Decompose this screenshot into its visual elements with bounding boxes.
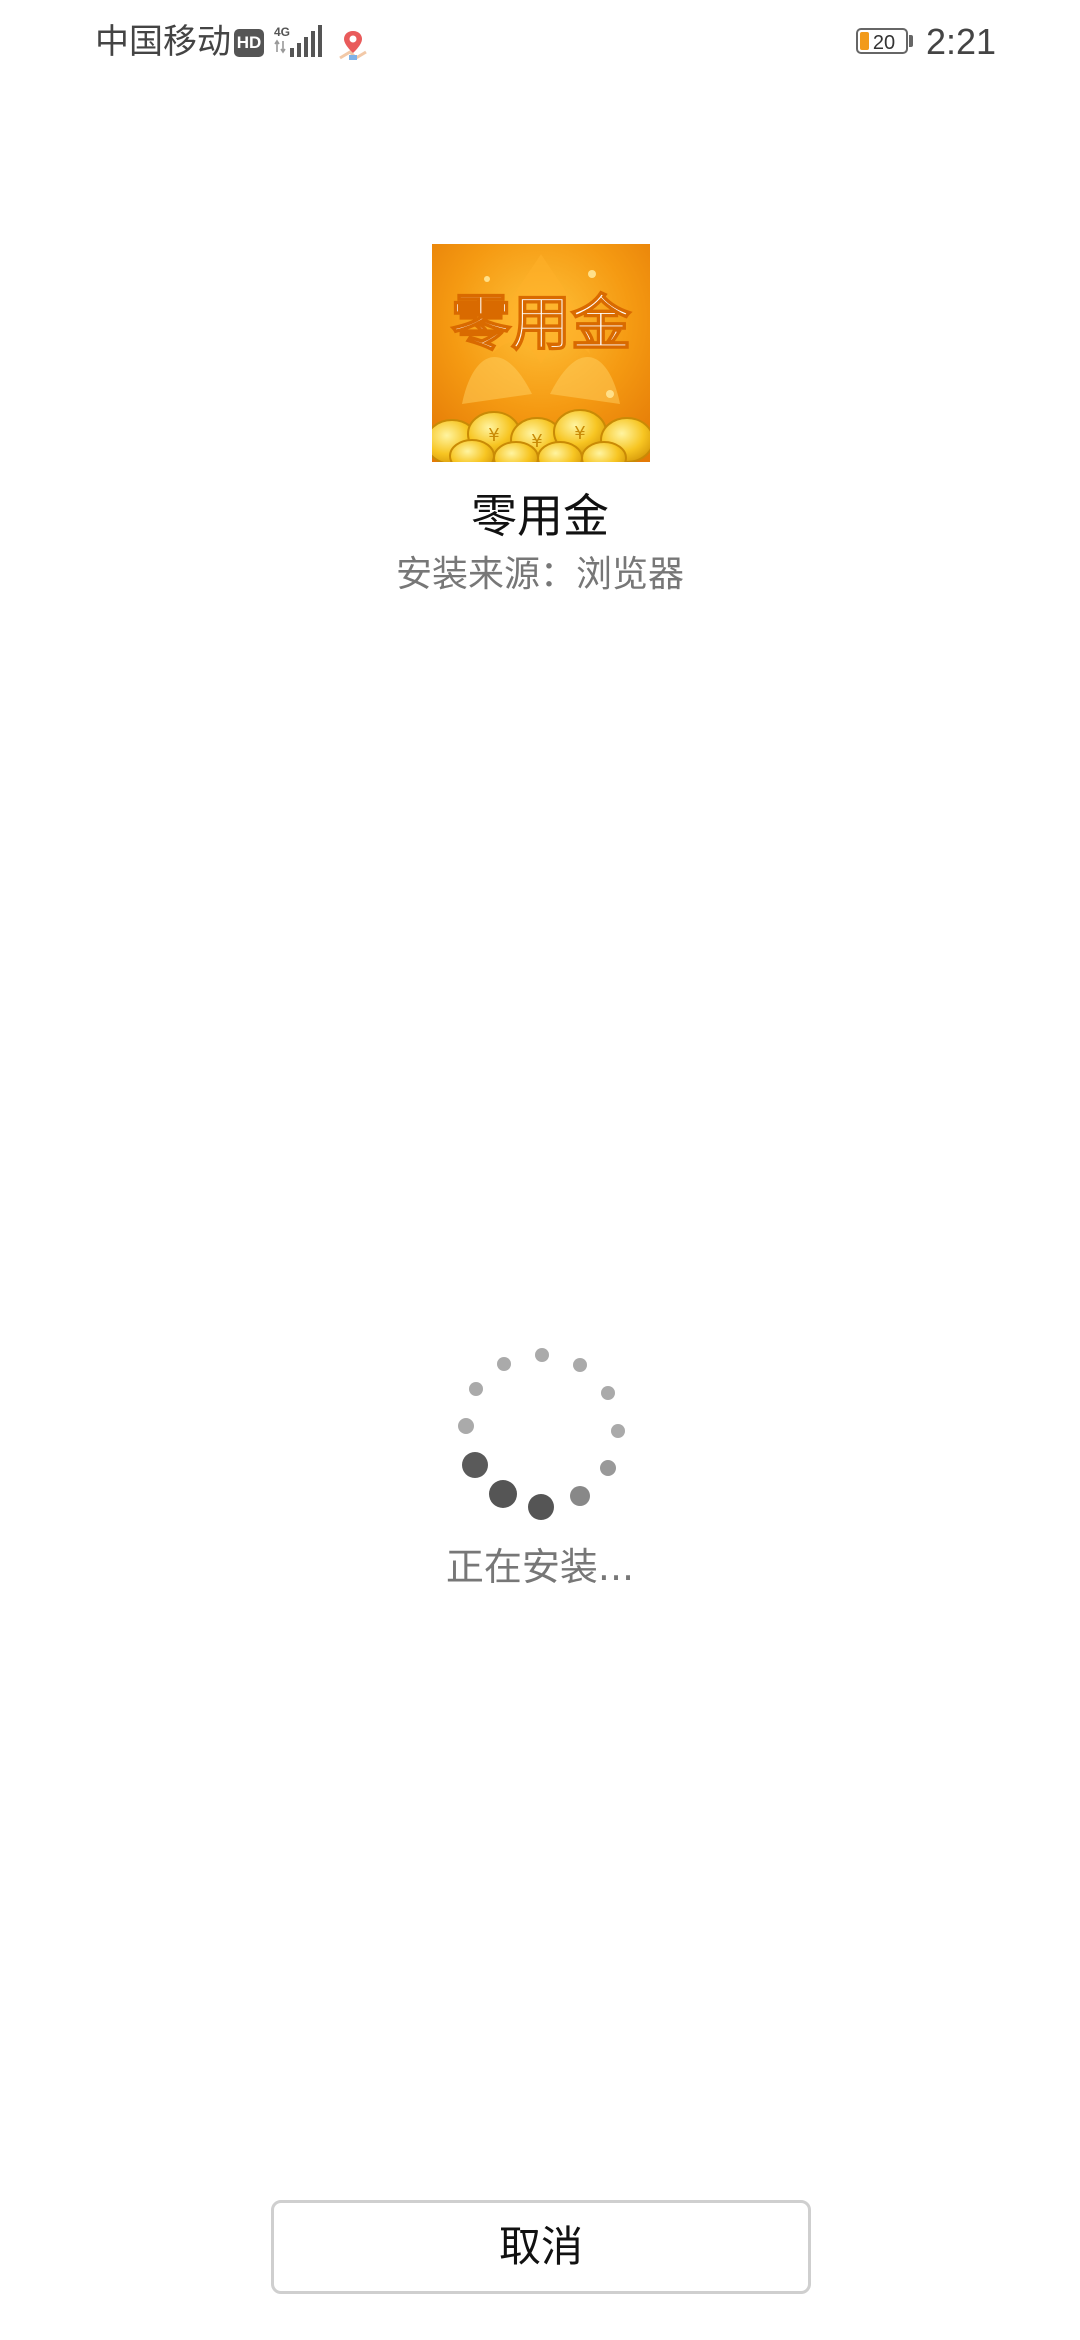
spinner-dot — [535, 1348, 549, 1362]
location-icon — [336, 28, 370, 62]
cancel-button[interactable]: 取消 — [271, 2200, 811, 2294]
spinner-dot — [611, 1424, 625, 1438]
carrier-name: 中国移动 — [95, 22, 231, 62]
app-name: 零用金 — [471, 489, 609, 543]
spinner-dot — [601, 1386, 615, 1400]
install-source: 安装来源：浏览器 — [395, 554, 684, 595]
network-type-label: 4G — [274, 25, 290, 39]
svg-text:¥: ¥ — [574, 423, 585, 444]
status-bar: 中国移动 HD 4G 20 2:21 — [0, 0, 1080, 86]
spinner-dot — [573, 1358, 587, 1372]
hd-icon: HD — [234, 29, 264, 57]
battery-icon: 20 — [856, 28, 916, 58]
svg-text:¥: ¥ — [531, 431, 542, 452]
spinner-dot — [497, 1357, 511, 1371]
spinner-dot — [600, 1460, 616, 1476]
install-screen: 中国移动 HD 4G 20 2:21 ¥ ¥ ¥ 零用金 零用金 安装来源：浏览… — [0, 0, 1080, 2340]
spinner-dot — [458, 1418, 474, 1434]
spinner-dot — [528, 1494, 554, 1520]
clock: 2:21 — [926, 21, 997, 62]
app-icon-lettering: 零用金 — [451, 289, 632, 359]
spinner-dot — [462, 1452, 488, 1478]
spinner-dot — [469, 1382, 483, 1396]
install-status-text: 正在安装... — [445, 1545, 635, 1589]
spinner-dot — [570, 1486, 590, 1506]
signal-4g-icon: 4G — [272, 24, 328, 60]
battery-level: 20 — [872, 32, 896, 54]
app-icon: ¥ ¥ ¥ 零用金 — [432, 244, 650, 462]
spinner-dot — [489, 1480, 517, 1508]
svg-text:¥: ¥ — [488, 425, 499, 446]
